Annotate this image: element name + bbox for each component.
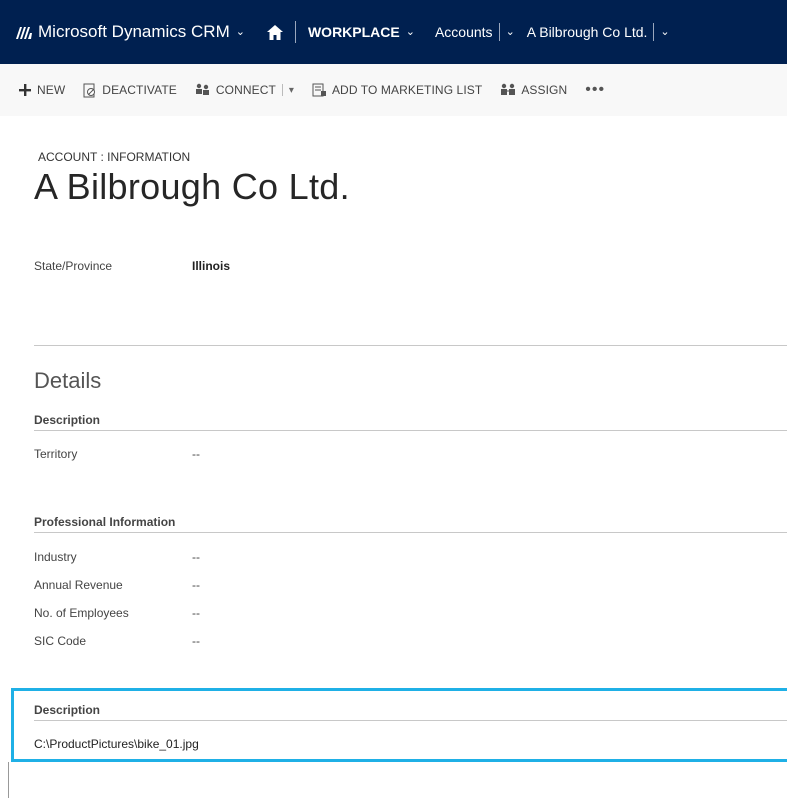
form-type-label[interactable]: ACCOUNT : INFORMATION (38, 150, 190, 164)
add-to-marketing-list-button[interactable]: ADD TO MARKETING LIST (312, 83, 482, 97)
command-bar: NEW DEACTIVATE CONNECT ▾ ADD TO MARKETIN… (0, 64, 787, 116)
nav-separator (653, 23, 655, 41)
chevron-down-icon[interactable]: ▾ (289, 85, 294, 96)
add-to-marketing-list-label: ADD TO MARKETING LIST (331, 83, 483, 97)
app-name-menu[interactable]: Microsoft Dynamics CRM (38, 22, 230, 42)
assign-label: ASSIGN (521, 83, 568, 97)
state-province-value[interactable]: Illinois (192, 259, 230, 273)
marketing-list-icon (312, 83, 326, 97)
annual-revenue-value[interactable]: -- (192, 578, 200, 592)
breadcrumb-record[interactable]: A Bilbrough Co Ltd. (527, 24, 648, 40)
employees-value[interactable]: -- (192, 606, 200, 620)
page-edge-line (8, 762, 9, 798)
page-title: A Bilbrough Co Ltd. (34, 166, 350, 207)
description-value[interactable]: C:\ProductPictures\bike_01.jpg (34, 737, 199, 751)
assign-button[interactable]: ASSIGN (500, 83, 567, 97)
plus-icon (19, 84, 31, 96)
header-divider (34, 345, 787, 346)
deactivate-button[interactable]: DEACTIVATE (83, 83, 177, 98)
breadcrumb-accounts[interactable]: Accounts (435, 24, 493, 40)
sic-code-label: SIC Code (34, 634, 87, 648)
new-button[interactable]: NEW (18, 83, 65, 97)
chevron-down-icon[interactable]: ⌄ (506, 25, 515, 38)
territory-label: Territory (34, 447, 78, 461)
new-label: NEW (37, 83, 66, 97)
deactivate-label: DEACTIVATE (102, 83, 177, 97)
description-section-heading: Description (34, 413, 787, 431)
connect-label: CONNECT (215, 83, 276, 97)
details-heading: Details (34, 368, 102, 393)
employees-label: No. of Employees (34, 606, 129, 620)
industry-value[interactable]: -- (192, 550, 200, 564)
professional-info-heading: Professional Information (34, 515, 787, 533)
territory-value[interactable]: -- (192, 447, 200, 461)
sic-code-value[interactable]: -- (192, 634, 200, 648)
description-web-resource-heading: Description (34, 703, 787, 721)
industry-label: Industry (34, 550, 77, 564)
nav-separator (294, 21, 296, 43)
assign-icon (501, 83, 516, 95)
area-menu[interactable]: WORKPLACE (308, 24, 400, 40)
annual-revenue-label: Annual Revenue (34, 578, 123, 592)
home-icon[interactable] (266, 24, 283, 40)
connect-icon (195, 83, 209, 95)
state-province-label: State/Province (34, 259, 113, 273)
chevron-down-icon[interactable]: ⌄ (236, 25, 245, 38)
dynamics-logo-icon (16, 25, 32, 39)
connect-button[interactable]: CONNECT ▾ (195, 83, 294, 97)
deactivate-icon (83, 83, 96, 97)
top-nav-bar: Microsoft Dynamics CRM ⌄ WORKPLACE ⌄ Acc… (0, 0, 787, 64)
split-separator (281, 84, 283, 96)
nav-separator (498, 23, 500, 41)
more-commands-button[interactable]: ••• (585, 81, 605, 99)
chevron-down-icon[interactable]: ⌄ (660, 25, 669, 38)
chevron-down-icon[interactable]: ⌄ (406, 25, 415, 38)
